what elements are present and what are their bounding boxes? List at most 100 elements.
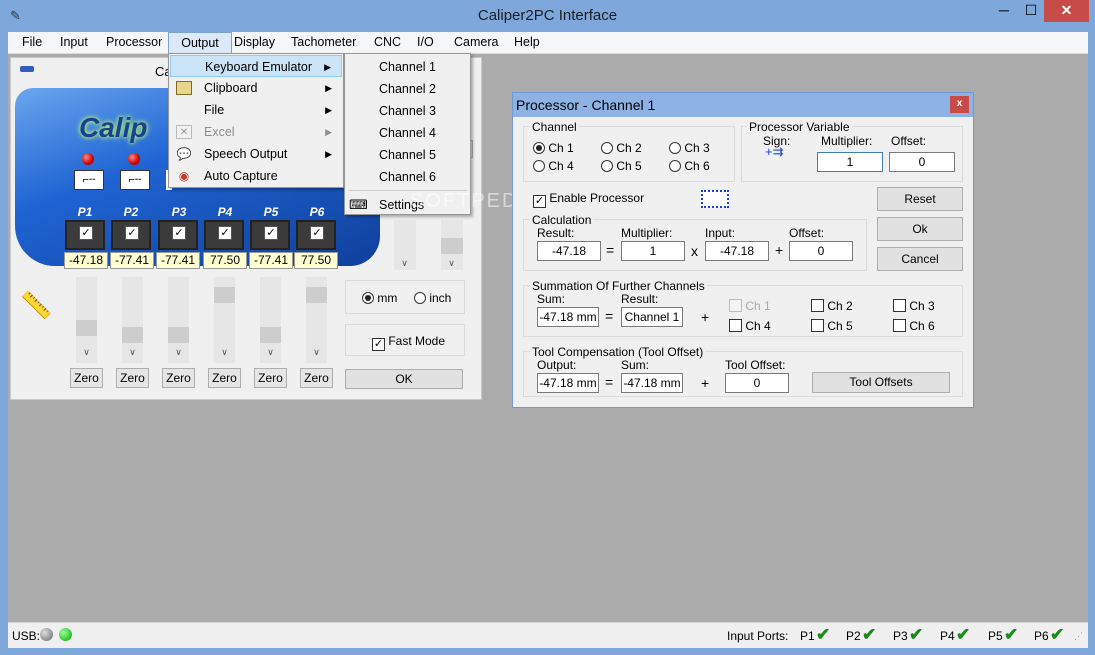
zero-button[interactable]: Zero xyxy=(162,368,195,388)
ch1-radio[interactable] xyxy=(533,142,545,154)
menu-item-clipboard[interactable]: Clipboard ▶ xyxy=(170,77,342,99)
submenu-item-channel-2[interactable]: Channel 2 xyxy=(379,82,436,96)
calculation-caption: Calculation xyxy=(530,213,594,227)
menu-item-keyboard-emulator[interactable]: Keyboard Emulator ▶ xyxy=(170,55,342,77)
port-value: -77.41 xyxy=(110,252,154,269)
multiplier-input[interactable]: 1 xyxy=(817,152,883,172)
port-connector: ✓ xyxy=(250,220,290,250)
slider-thumb[interactable] xyxy=(441,238,463,254)
slider-thumb[interactable] xyxy=(214,287,235,303)
slider-extra-2[interactable]: ∨ xyxy=(441,220,463,270)
menu-item-file[interactable]: File ▶ xyxy=(170,99,342,121)
sign-arrows-icon[interactable]: +⇉ xyxy=(765,145,783,158)
minimize-button[interactable]: ─ xyxy=(990,0,1018,22)
slider-thumb[interactable] xyxy=(168,327,189,343)
sum-ch6-checkbox[interactable] xyxy=(893,319,906,332)
dialog-close-button[interactable]: x xyxy=(950,96,969,113)
ch3-radio[interactable] xyxy=(669,142,681,154)
port-label: P3 xyxy=(171,205,187,219)
port-slider[interactable]: ∨ xyxy=(122,277,143,363)
tool-offsets-button[interactable]: Tool Offsets xyxy=(812,372,950,393)
ch2-radio[interactable] xyxy=(601,142,613,154)
fast-mode-group: ✓ Fast Mode xyxy=(345,324,465,356)
menu-camera[interactable]: Camera xyxy=(454,35,498,49)
menu-display[interactable]: Display xyxy=(234,35,275,49)
submenu-item-channel-3[interactable]: Channel 3 xyxy=(379,104,436,118)
sum-ch5-label: Ch 5 xyxy=(827,319,853,333)
reset-button[interactable]: Reset xyxy=(877,187,963,211)
maximize-button[interactable]: ☐ xyxy=(1018,0,1044,22)
slider-down-icon: ∨ xyxy=(267,347,274,357)
port-checkbox[interactable]: ✓ xyxy=(125,226,139,240)
ch5-radio[interactable] xyxy=(601,160,613,172)
enable-processor-checkbox[interactable]: ✓ xyxy=(533,195,546,208)
sum-ch4-checkbox[interactable] xyxy=(729,319,742,332)
ch5-label: Ch 5 xyxy=(616,159,642,173)
zero-button[interactable]: Zero xyxy=(300,368,333,388)
menu-file[interactable]: File xyxy=(22,35,42,49)
offset-input[interactable]: 0 xyxy=(889,152,955,172)
port-checkbox[interactable]: ✓ xyxy=(218,226,232,240)
ok-button[interactable]: OK xyxy=(345,369,463,389)
menu-processor[interactable]: Processor xyxy=(106,35,162,49)
sum-ch2-label: Ch 2 xyxy=(827,299,853,313)
port-checkbox[interactable]: ✓ xyxy=(172,226,186,240)
ch4-radio[interactable] xyxy=(533,160,545,172)
inch-radio[interactable] xyxy=(414,292,426,304)
menu-cnc[interactable]: CNC xyxy=(374,35,401,49)
slider-thumb[interactable] xyxy=(306,287,327,303)
slider-down-icon: ∨ xyxy=(448,258,455,268)
zero-button[interactable]: Zero xyxy=(70,368,103,388)
menu-output[interactable]: Output xyxy=(168,32,232,54)
ok-button[interactable]: Ok xyxy=(877,217,963,241)
menu-io[interactable]: I/O xyxy=(417,35,434,49)
zero-button[interactable]: Zero xyxy=(116,368,149,388)
submenu-item-channel-6[interactable]: Channel 6 xyxy=(379,170,436,184)
zero-button[interactable]: Zero xyxy=(254,368,287,388)
port-checkbox[interactable]: ✓ xyxy=(264,226,278,240)
menu-item-speech-output[interactable]: 💬 Speech Output ▶ xyxy=(170,143,342,165)
port-slider[interactable]: ∨ xyxy=(306,277,327,363)
zero-button[interactable]: Zero xyxy=(208,368,241,388)
sum-ch6-label: Ch 6 xyxy=(909,319,935,333)
tool-offset-input[interactable]: 0 xyxy=(725,373,789,393)
mm-radio[interactable] xyxy=(362,292,374,304)
menu-help[interactable]: Help xyxy=(514,35,540,49)
sum-ch5-checkbox[interactable] xyxy=(811,319,824,332)
offset-label: Offset: xyxy=(891,134,927,148)
submenu-item-channel-5[interactable]: Channel 5 xyxy=(379,148,436,162)
port-slider[interactable]: ∨ xyxy=(76,277,97,363)
port-checkbox[interactable]: ✓ xyxy=(79,226,93,240)
port-checkbox[interactable]: ✓ xyxy=(310,226,324,240)
multiplier-label: Multiplier: xyxy=(821,134,873,148)
fast-mode-checkbox[interactable]: ✓ xyxy=(372,338,385,351)
port-slider[interactable]: ∨ xyxy=(260,277,281,363)
slider-thumb[interactable] xyxy=(76,320,97,336)
dialog-title: Processor - Channel 1 xyxy=(516,97,656,113)
slider-thumb[interactable] xyxy=(122,327,143,343)
menu-item-excel[interactable]: ✕ Excel ▶ xyxy=(170,121,342,143)
chip-icon xyxy=(701,190,729,208)
processor-dialog: Processor - Channel 1 x Channel Ch 1 Ch … xyxy=(512,92,974,408)
caliper-icon: 📏 xyxy=(20,290,53,320)
submenu-item-channel-4[interactable]: Channel 4 xyxy=(379,126,436,140)
submenu-item-channel-1[interactable]: Channel 1 xyxy=(379,60,436,74)
port-connector: ✓ xyxy=(204,220,244,250)
status-port-p4: P4 xyxy=(940,629,955,643)
menu-tachometer[interactable]: Tachometer xyxy=(291,35,356,49)
sum-ch1-checkbox[interactable] xyxy=(729,299,742,312)
cancel-button[interactable]: Cancel xyxy=(877,247,963,271)
ch2-label: Ch 2 xyxy=(616,141,642,155)
sum-ch2-checkbox[interactable] xyxy=(811,299,824,312)
ch6-radio[interactable] xyxy=(669,160,681,172)
menu-input[interactable]: Input xyxy=(60,35,88,49)
resize-grip-icon[interactable]: ⋰ xyxy=(1074,631,1083,642)
close-button[interactable]: ✕ xyxy=(1044,0,1089,22)
slider-thumb[interactable] xyxy=(260,327,281,343)
sum-ch3-checkbox[interactable] xyxy=(893,299,906,312)
menu-item-auto-capture[interactable]: ◉ Auto Capture xyxy=(170,165,342,187)
port-slider[interactable]: ∨ xyxy=(214,277,235,363)
submenu-arrow-icon: ▶ xyxy=(324,62,331,72)
slider-extra-1[interactable]: ∨ xyxy=(394,220,416,270)
port-slider[interactable]: ∨ xyxy=(168,277,189,363)
